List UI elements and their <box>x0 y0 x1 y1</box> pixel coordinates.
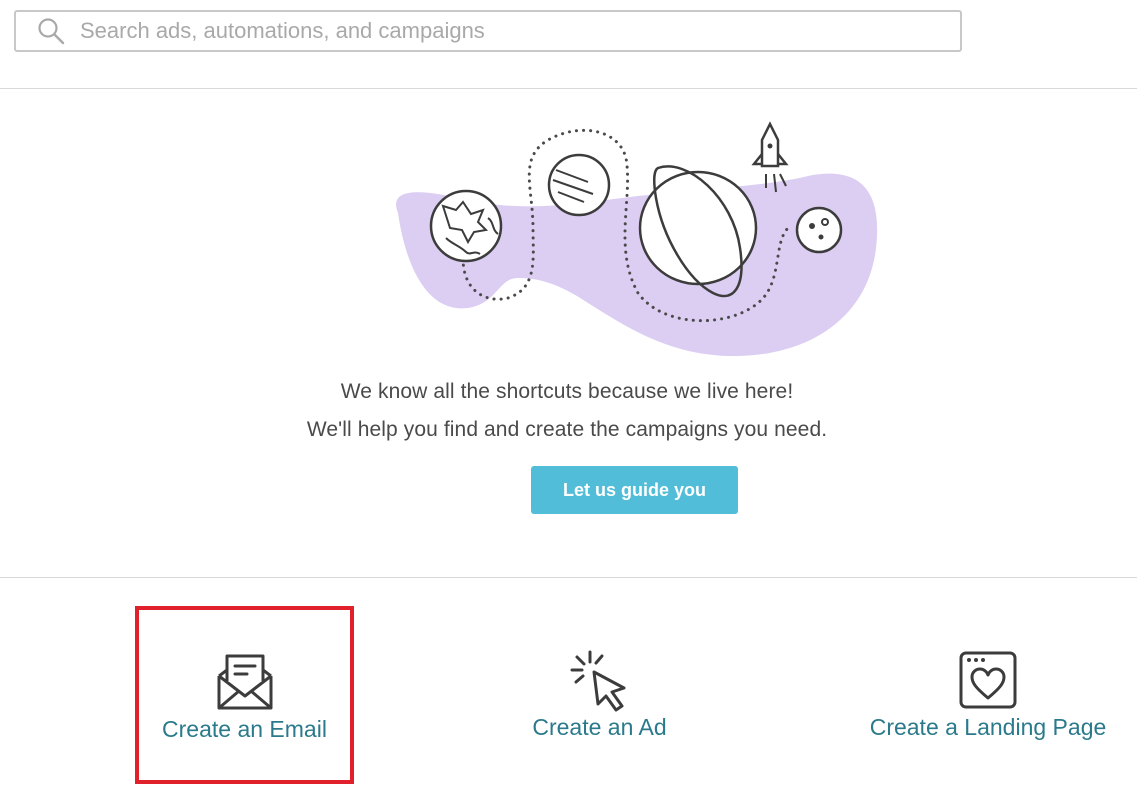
create-landing-page-card[interactable]: Create a Landing Page <box>856 606 1120 784</box>
create-email-label[interactable]: Create an Email <box>162 716 327 743</box>
create-ad-card[interactable]: Create an Ad <box>490 606 709 784</box>
top-divider <box>0 88 1137 89</box>
earth-planet <box>429 189 503 263</box>
create-landing-page-label[interactable]: Create a Landing Page <box>870 714 1107 741</box>
create-campaign-page: We know all the shortcuts because we liv… <box>0 0 1137 803</box>
search-input[interactable] <box>80 12 960 50</box>
search-icon <box>38 18 65 45</box>
middle-divider <box>0 577 1137 578</box>
create-email-card[interactable]: Create an Email <box>135 606 354 784</box>
browser-heart-icon <box>959 651 1017 709</box>
helper-text-line1: We know all the shortcuts because we liv… <box>340 380 794 403</box>
create-ad-label[interactable]: Create an Ad <box>532 714 666 741</box>
helper-text-line2: We'll help you find and create the campa… <box>306 418 828 441</box>
moon <box>795 206 843 254</box>
envelope-icon <box>217 654 272 710</box>
cursor-click-icon <box>570 650 625 712</box>
guide-button[interactable]: Let us guide you <box>531 466 738 514</box>
search-bar[interactable] <box>14 10 962 52</box>
space-illustration <box>396 121 878 357</box>
striped-planet <box>547 153 611 217</box>
